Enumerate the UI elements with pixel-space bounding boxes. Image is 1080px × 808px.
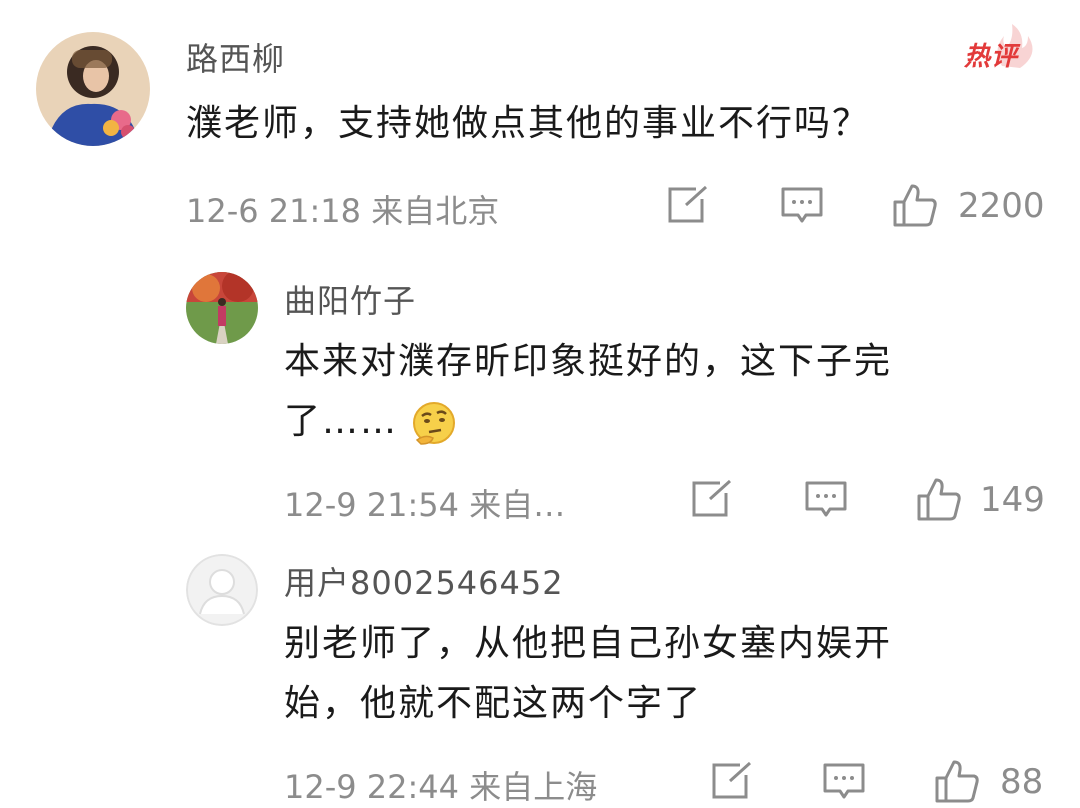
thumbs-up-icon <box>935 760 979 803</box>
reply-button[interactable] <box>822 762 866 802</box>
comment-meta: 12-6 21:18 来自北京 <box>186 192 500 230</box>
comment-item: 路西柳 热评 濮老师，支持她做点其他的事业不行吗？ 12-6 21:18 来自北… <box>0 0 1080 250</box>
thumbs-up-icon <box>893 184 937 227</box>
default-avatar-icon <box>186 554 258 626</box>
like-button[interactable]: 149 <box>916 476 1046 524</box>
username[interactable]: 路西柳 <box>186 34 285 80</box>
avatar-image <box>36 32 150 146</box>
reply-button[interactable] <box>780 186 824 226</box>
edit-icon <box>712 761 752 799</box>
like-count: 88 <box>1000 762 1044 802</box>
edit-icon <box>668 185 708 223</box>
comment-text-line-1: 别老师了，从他把自己孙女塞内娱开 <box>284 623 893 664</box>
like-button[interactable]: 2200 <box>892 182 1045 230</box>
like-button[interactable]: 88 <box>934 758 1054 806</box>
comment-icon <box>823 763 865 799</box>
repost-button[interactable] <box>690 479 734 519</box>
like-count: 149 <box>980 480 1045 520</box>
comment-icon <box>805 481 847 517</box>
username[interactable]: 用户8002546452 <box>284 558 564 604</box>
avatar[interactable] <box>36 32 150 146</box>
like-count: 2200 <box>958 186 1045 226</box>
comment-icon <box>781 187 823 223</box>
comment-text: 濮老师，支持她做点其他的事业不行吗？ <box>186 103 871 144</box>
comment-meta: 12-9 22:44 来自上海 <box>284 768 598 806</box>
avatar[interactable] <box>186 272 258 344</box>
comment-meta: 12-9 21:54 来自… <box>284 486 566 524</box>
repost-button[interactable] <box>666 185 710 225</box>
avatar-image <box>186 272 258 344</box>
reply-button[interactable] <box>804 480 848 520</box>
hot-badge-label: 热评 <box>964 42 1019 72</box>
comment-text-line-2-text: 了…… <box>284 401 399 442</box>
comment-text-line-1: 本来对濮存昕印象挺好的，这下子完 <box>284 341 893 382</box>
avatar[interactable] <box>186 554 258 626</box>
comment-text-line-2: 始，他就不配这两个字了 <box>284 683 703 724</box>
repost-button[interactable] <box>710 761 754 801</box>
hot-badge: 热评 <box>962 22 1042 72</box>
reply-item: 用户8002546452 别老师了，从他把自己孙女塞内娱开 始，他就不配这两个字… <box>0 540 1080 808</box>
thinking-face-emoji <box>413 402 456 445</box>
edit-icon <box>692 479 732 517</box>
comment-text-line-2: 了…… <box>284 392 457 452</box>
thumbs-up-icon <box>917 478 961 521</box>
reply-item: 曲阳竹子 本来对濮存昕印象挺好的，这下子完 了…… 12-9 21:54 来自… <box>0 250 1080 540</box>
username[interactable]: 曲阳竹子 <box>284 276 416 322</box>
